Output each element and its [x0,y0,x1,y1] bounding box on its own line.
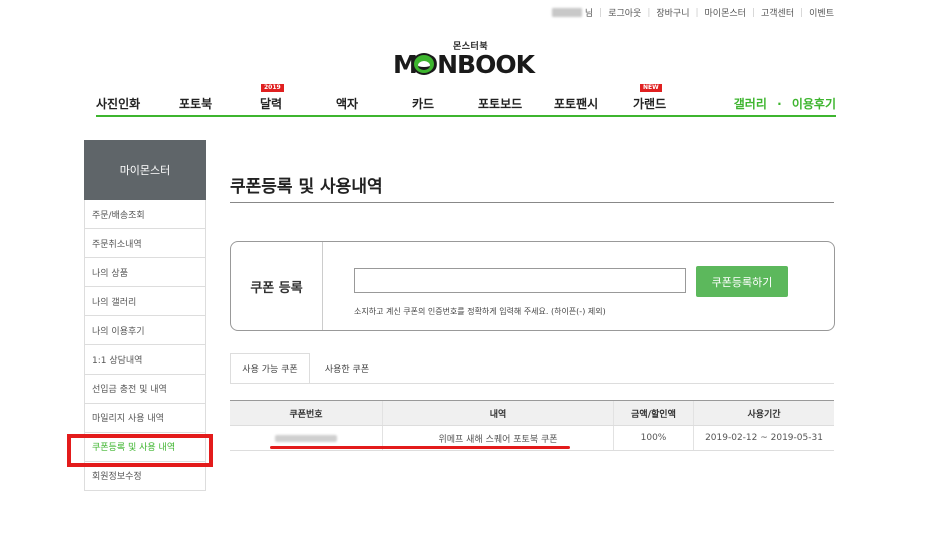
username-blurred [551,8,582,17]
nav-item-photobook[interactable]: 포토북 [179,95,212,112]
coupon-table: 쿠폰번호 내역 금액/할인액 사용기간 위메프 새해 스퀘어 포토북 쿠폰 10… [230,400,834,451]
sidebar-item-my-products[interactable]: 나의 상품 [85,258,205,288]
gallery-reviews-nav: 갤러리 · 이용후기 [734,95,836,112]
customer-center-link[interactable]: 고객센터 [761,6,794,19]
col-amount: 금액/할인액 [614,401,694,425]
sidebar-item-consultations[interactable]: 1:1 상담내역 [85,345,205,375]
coupon-register-panel: 쿠폰 등록 쿠폰등록하기 소지하고 계신 쿠폰의 인증번호를 정확하게 입력해 … [230,241,835,331]
nav-item-calendar-label: 달력 [260,97,283,111]
logout-link[interactable]: 로그아웃 [608,6,641,19]
nav-item-photo-print[interactable]: 사진인화 [96,95,140,112]
title-divider [230,202,834,203]
sidebar-item-prepaid[interactable]: 선입금 충전 및 내역 [85,375,205,404]
coupon-hint-text: 소지하고 계신 쿠폰의 인증번호를 정확하게 입력해 주세요. (하이픈(-) … [354,307,606,316]
badge-2019: 2019 [261,84,284,92]
tab-available-coupons[interactable]: 사용 가능 쿠폰 [230,353,310,384]
utility-bar: 님 | 로그아웃 | 장바구니 | 마이몬스터 | 고객센터 | 이벤트 [551,6,834,19]
sidebar-item-my-gallery[interactable]: 나의 갤러리 [85,287,205,317]
tab-used-coupons[interactable]: 사용한 쿠폰 [312,353,382,384]
reviews-link[interactable]: 이용후기 [792,97,836,111]
site-logo[interactable]: 몬스터북 MONBOOK [393,39,535,79]
tabs-divider [230,383,834,384]
sidebar-header: 마이몬스터 [84,140,206,200]
monster-eye-icon [412,53,436,75]
nav-item-photofancy[interactable]: 포토팬시 [554,95,598,112]
main-nav: 사진인화 포토북 2019 달력 액자 카드 포토보드 포토팬시 NEW 가랜드… [96,84,836,117]
sidebar-item-my-reviews[interactable]: 나의 이용후기 [85,316,205,346]
sidebar-item-order-status[interactable]: 주문/배송조회 [85,200,205,230]
cart-link[interactable]: 장바구니 [656,6,689,19]
description-cell: 위메프 새해 스퀘어 포토북 쿠폰 [383,426,614,450]
amount-cell: 100% [614,426,694,450]
nav-dot: · [777,97,782,111]
coupon-tabs: 사용 가능 쿠폰 사용한 쿠폰 [230,353,834,384]
my-monster-link[interactable]: 마이몬스터 [705,6,746,19]
nav-item-garland[interactable]: NEW 가랜드 [633,84,667,112]
table-row: 위메프 새해 스퀘어 포토북 쿠폰 100% 2019-02-12 ~ 2019… [230,426,834,451]
gallery-link[interactable]: 갤러리 [734,97,767,111]
nav-item-calendar[interactable]: 2019 달력 [260,84,284,112]
table-header-row: 쿠폰번호 내역 금액/할인액 사용기간 [230,401,834,426]
coupon-number-blurred [275,434,337,442]
coupon-number-cell [230,426,383,450]
event-link[interactable]: 이벤트 [809,6,834,19]
sidebar-item-coupons[interactable]: 쿠폰등록 및 사용 내역 [85,433,205,462]
register-coupon-button[interactable]: 쿠폰등록하기 [696,266,788,297]
user-suffix: 님 [584,9,594,19]
nav-item-garland-label: 가랜드 [633,97,667,111]
sidebar-menu: 주문/배송조회 주문취소내역 나의 상품 나의 갤러리 나의 이용후기 1:1 … [84,200,206,491]
page-title: 쿠폰등록 및 사용내역 [230,177,383,197]
sidebar-item-order-cancel[interactable]: 주문취소내역 [85,229,205,259]
nav-item-frame[interactable]: 액자 [336,95,358,112]
coupon-register-label: 쿠폰 등록 [231,242,323,330]
col-period: 사용기간 [747,409,781,420]
period-cell: 2019-02-12 ~ 2019-05-31 [705,433,823,443]
sidebar-item-mileage[interactable]: 마일리지 사용 내역 [85,404,205,433]
col-coupon-number: 쿠폰번호 [230,401,383,425]
nav-item-photoboard[interactable]: 포토보드 [478,95,522,112]
nav-item-card[interactable]: 카드 [412,95,434,112]
user-greeting: 님 [551,6,594,19]
sidebar-item-member-info[interactable]: 회원정보수정 [85,462,205,491]
coupon-code-input[interactable] [354,268,686,293]
col-description: 내역 [383,401,614,425]
badge-new: NEW [640,84,662,92]
